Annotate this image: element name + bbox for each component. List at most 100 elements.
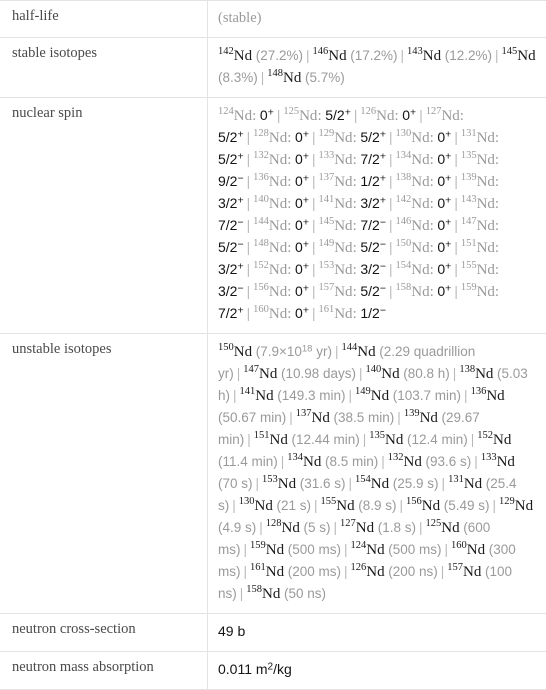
mass-number: 130: [239, 496, 255, 507]
list-separator: |: [286, 410, 296, 425]
nuclear-spin-entry: 145Nd: 7/2−: [318, 218, 386, 234]
list-separator: |: [303, 48, 313, 63]
element-symbol: Nd: [269, 240, 287, 256]
mass-number: 139: [404, 408, 420, 419]
element-symbol: Nd: [255, 388, 273, 404]
mass-number: 129: [499, 496, 515, 507]
isotope-nuclide: 153Nd: [262, 476, 296, 492]
element-symbol: Nd: [411, 152, 429, 168]
element-symbol: Nd: [371, 388, 389, 404]
nuclide-symbol: 154Nd: [355, 476, 389, 492]
isotope-detail: (149.3 min): [277, 388, 345, 403]
mass-number: 146: [313, 46, 329, 57]
spin-parity: −: [237, 173, 243, 185]
exponent: 18: [302, 343, 313, 354]
nuclide-symbol: 149Nd: [355, 388, 389, 404]
spin-parity: +: [237, 129, 243, 141]
row-label-half-life: half-life: [0, 1, 208, 38]
nuclide-symbol: 158Nd: [395, 284, 429, 300]
element-symbol: Nd: [269, 284, 287, 300]
list-separator: |: [451, 240, 461, 255]
mass-number: 135: [369, 430, 385, 441]
isotope-entry: 124Nd (500 ms): [351, 542, 442, 558]
mass-number: 136: [253, 172, 269, 183]
spin-colon: :: [287, 240, 291, 256]
list-separator: |: [229, 498, 239, 513]
element-symbol: Nd: [477, 130, 495, 146]
element-symbol: Nd: [303, 454, 321, 470]
mass-number: 149: [318, 238, 334, 249]
spin-value: 5/2+: [360, 129, 386, 145]
nuclear-spin-entry: 138Nd: 0+: [395, 174, 451, 190]
nuclear-spin-entry: 144Nd: 0+: [253, 218, 309, 234]
mass-number: 153: [318, 260, 334, 271]
mass-number: 151: [461, 238, 477, 249]
element-symbol: Nd: [477, 284, 495, 300]
isotope-nuclide: 148Nd: [267, 70, 301, 86]
nuclide-symbol: 138Nd: [459, 366, 493, 382]
isotope-nuclide: 151Nd: [254, 432, 288, 448]
spin-value: 7/2−: [360, 217, 386, 233]
list-separator: |: [346, 388, 356, 403]
list-separator: |: [451, 284, 461, 299]
element-symbol: Nd: [411, 218, 429, 234]
nuclide-symbol: 157Nd: [447, 564, 481, 580]
mass-number: 161: [318, 304, 334, 315]
nuclide-symbol: 129Nd: [499, 498, 533, 514]
spin-colon: :: [495, 240, 499, 256]
element-symbol: Nd: [515, 498, 533, 514]
list-separator: |: [451, 218, 461, 233]
half-life-value: (stable): [218, 10, 261, 26]
nuclide-symbol: 126Nd: [360, 108, 394, 124]
spin-colon: :: [353, 284, 357, 300]
nuclide-symbol: 155Nd: [321, 498, 355, 514]
mass-number: 127: [340, 518, 356, 529]
spin-value: 7/2+: [360, 151, 386, 167]
spin-value: 5/2+: [218, 129, 244, 145]
element-symbol: Nd: [259, 366, 277, 382]
nuclide-symbol: 153Nd: [262, 476, 296, 492]
nuclide-symbol: 141Nd: [240, 388, 274, 404]
element-properties-table: half-life (stable) stable isotopes 142Nd…: [0, 0, 546, 690]
spin-colon: :: [430, 174, 434, 190]
list-separator: |: [351, 108, 361, 123]
isotope-detail: (8.3%): [218, 70, 258, 85]
isotope-nuclide: 141Nd: [240, 388, 274, 404]
mass-number: 141: [318, 194, 334, 205]
isotope-entry: 153Nd (31.6 s): [262, 476, 346, 492]
element-symbol: Nd: [371, 476, 389, 492]
mass-number: 138: [395, 172, 411, 183]
element-symbol: Nd: [282, 520, 300, 536]
list-separator: |: [234, 366, 244, 381]
list-separator: |: [492, 48, 502, 63]
nuclide-symbol: 156Nd: [406, 498, 440, 514]
element-symbol: Nd: [269, 152, 287, 168]
row-value-nuclear-spin: 124Nd: 0+|125Nd: 5/2+|126Nd: 0+|127Nd: 5…: [208, 98, 546, 334]
mass-number: 158: [246, 584, 262, 595]
nuclear-spin-entry: 154Nd: 0+: [395, 262, 451, 278]
mass-number: 145: [318, 216, 334, 227]
mass-number: 133: [481, 452, 497, 463]
spin-colon: :: [430, 262, 434, 278]
element-symbol: Nd: [269, 174, 287, 190]
mass-number: 150: [218, 342, 234, 353]
table-row-stable-isotopes: stable isotopes 142Nd (27.2%)|146Nd (17.…: [0, 38, 546, 98]
list-separator: |: [244, 218, 254, 233]
mass-number: 128: [266, 518, 282, 529]
isotope-entry: 161Nd (200 ms): [250, 564, 341, 580]
spin-colon: :: [430, 130, 434, 146]
element-symbol: Nd: [278, 476, 296, 492]
nuclide-symbol: 153Nd: [318, 262, 352, 278]
element-symbol: Nd: [334, 196, 352, 212]
mass-number: 159: [250, 540, 266, 551]
isotope-detail: (12.2%): [445, 48, 492, 63]
mass-number: 139: [461, 172, 477, 183]
spin-value: 3/2+: [360, 195, 386, 211]
nuclide-symbol: 144Nd: [341, 344, 375, 360]
isotope-detail: (8.5 min): [325, 454, 378, 469]
list-separator: |: [244, 196, 254, 211]
nuclear-spin-entry: 126Nd: 0+: [360, 108, 416, 124]
element-symbol: Nd: [422, 498, 440, 514]
element-symbol: Nd: [411, 240, 429, 256]
isotope-detail: (12.4 min): [407, 432, 468, 447]
